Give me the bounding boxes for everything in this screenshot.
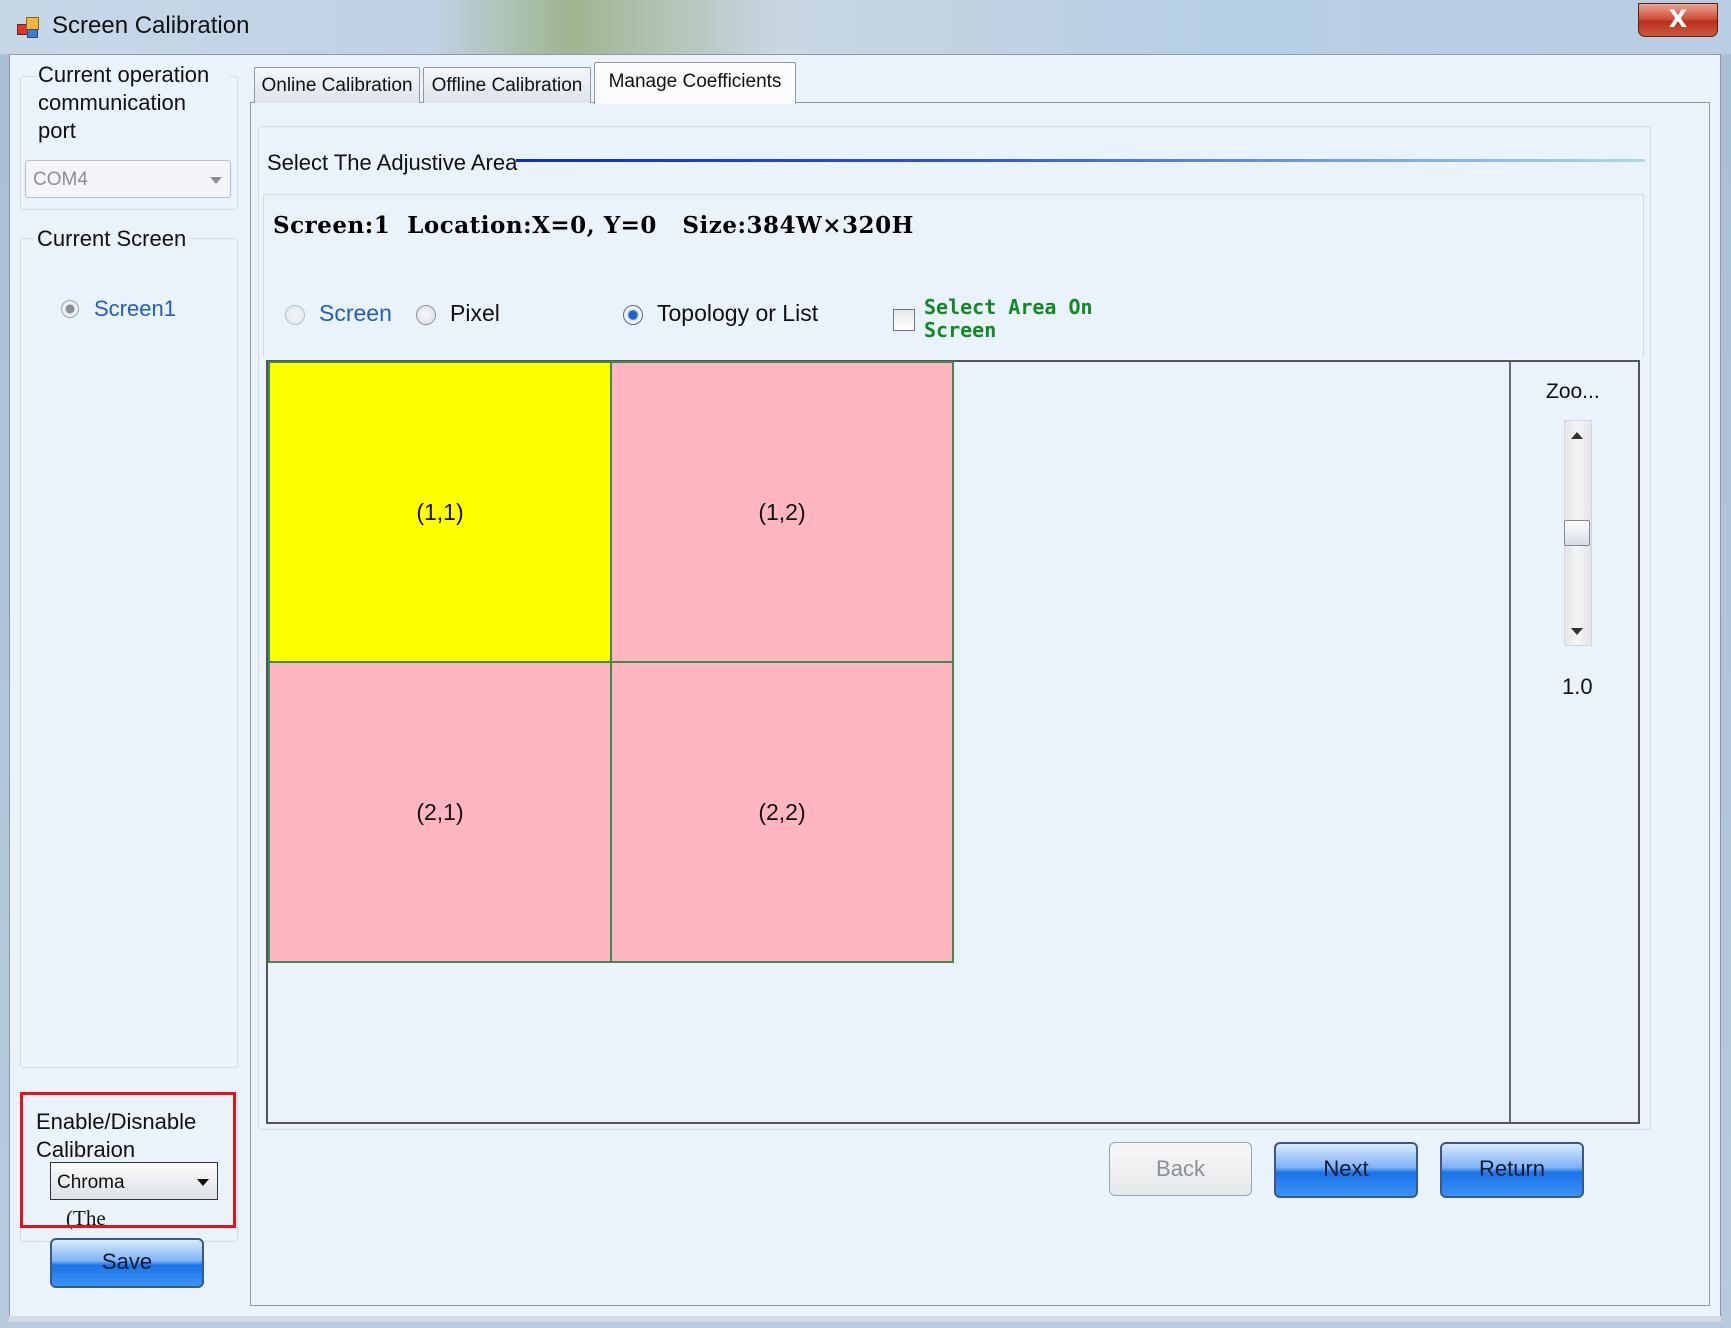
return-button[interactable]: Return [1440,1142,1584,1198]
port-select[interactable]: COM4 [25,160,231,198]
chevron-down-icon [210,177,222,184]
tab-offline-calibration[interactable]: Offline Calibration [423,67,591,103]
screen-group [20,238,238,1068]
screen-mode-radio[interactable] [285,305,305,325]
back-button[interactable]: Back [1109,1142,1252,1196]
title-divider [516,159,1645,162]
topology-mode-radio[interactable] [623,305,643,325]
adjustive-area-title: Select The Adjustive Area [267,150,518,175]
port-group-label: Current operation communication port [36,61,230,145]
tab-manage-coefficients[interactable]: Manage Coefficients [594,62,796,104]
title-bar[interactable] [0,0,1731,54]
bottom-border [9,1316,1721,1322]
pixel-mode-label[interactable]: Pixel [450,300,500,327]
close-button[interactable]: X [1638,3,1718,37]
screen-info-text: Screen:1 Location:X=0, Y=0 Size:384W×320… [273,212,914,239]
arrow-down-icon[interactable] [1571,628,1583,635]
port-select-value: COM4 [33,169,88,190]
save-button[interactable]: Save [50,1238,204,1288]
screen1-label[interactable]: Screen1 [94,296,176,322]
zoom-label: Zoo... [1546,380,1600,403]
app-icon [17,15,39,38]
highlight-box [20,1092,236,1228]
next-button[interactable]: Next [1274,1142,1418,1198]
select-area-on-screen-checkbox[interactable] [893,309,915,331]
screen1-radio[interactable] [61,300,79,318]
zoom-value: 1.0 [1562,674,1593,699]
zoom-slider-thumb[interactable] [1564,520,1590,546]
grid-cell-1-2[interactable]: (1,2) [610,361,954,663]
window-title: Screen Calibration [52,12,250,39]
topology-mode-label[interactable]: Topology or List [657,300,818,327]
screen-mode-label[interactable]: Screen [319,300,392,327]
grid-cell-2-2[interactable]: (2,2) [610,661,954,963]
screen-group-label: Current Screen [34,226,190,252]
select-area-on-screen-label[interactable]: Select Area On Screen [924,296,1124,342]
grid-cell-2-1[interactable]: (2,1) [268,661,612,963]
tab-online-calibration[interactable]: Online Calibration [254,67,420,103]
pixel-mode-radio[interactable] [416,305,436,325]
grid-cell-1-1[interactable]: (1,1) [268,361,612,663]
arrow-up-icon[interactable] [1571,432,1583,439]
